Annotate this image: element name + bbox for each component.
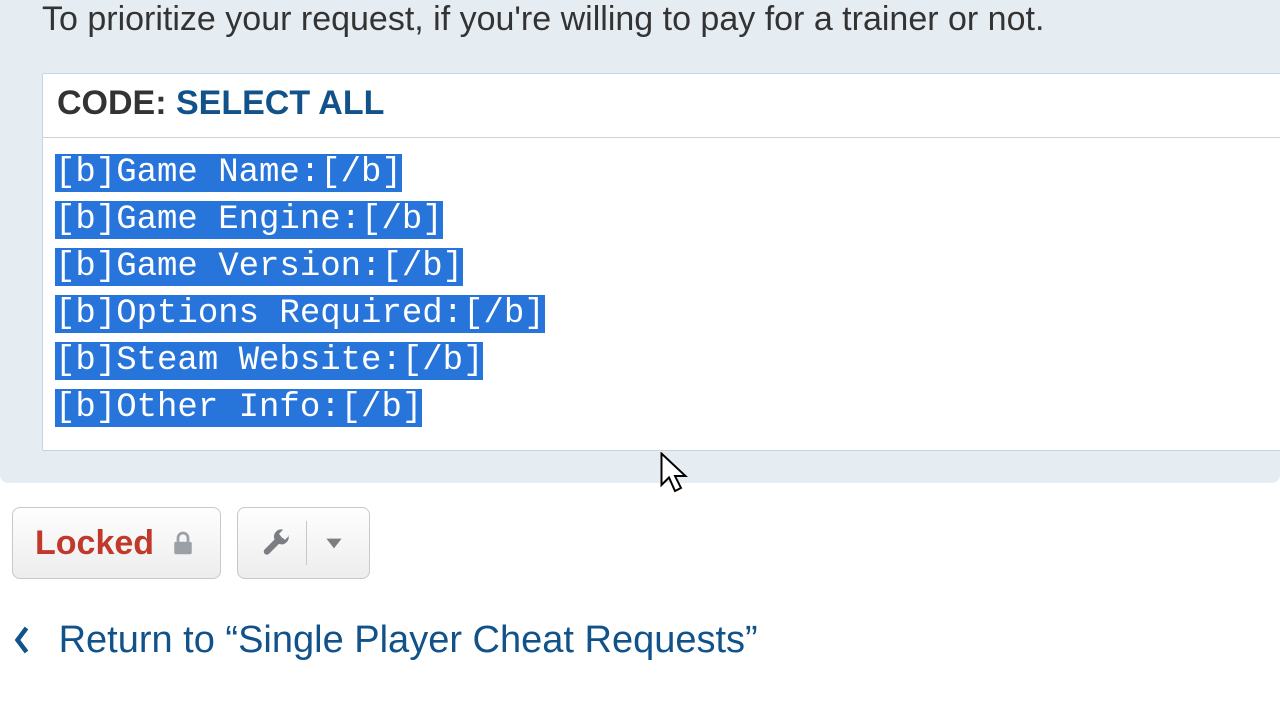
code-line: [b]Steam Website:[/b] — [55, 342, 483, 380]
wrench-icon — [260, 527, 292, 559]
code-line: [b]Game Version:[/b] — [55, 248, 463, 286]
code-box: CODE: SELECT ALL [b]Game Name:[/b] [b]Ga… — [42, 73, 1280, 451]
code-header: CODE: SELECT ALL — [43, 74, 1280, 138]
code-text[interactable]: [b]Game Name:[/b] [b]Game Engine:[/b] [b… — [55, 150, 1269, 432]
post-body: To prioritize your request, if you're wi… — [0, 0, 1280, 483]
code-line: [b]Other Info:[/b] — [55, 389, 422, 427]
caret-down-icon — [321, 530, 347, 556]
code-line: [b]Options Required:[/b] — [55, 295, 545, 333]
locked-button-label: Locked — [35, 524, 154, 563]
lock-icon — [168, 528, 198, 558]
button-separator — [306, 521, 307, 565]
code-line: [b]Game Engine:[/b] — [55, 201, 443, 239]
topic-tools-button[interactable] — [237, 507, 370, 579]
chevron-left-icon — [12, 619, 43, 661]
return-to-forum-link[interactable]: Return to “Single Player Cheat Requests” — [0, 589, 1280, 662]
actions-row: Locked — [0, 483, 1280, 589]
code-body[interactable]: [b]Game Name:[/b] [b]Game Engine:[/b] [b… — [43, 138, 1280, 450]
select-all-link[interactable]: SELECT ALL — [176, 84, 384, 122]
code-label: CODE: — [57, 84, 176, 122]
locked-button[interactable]: Locked — [12, 507, 221, 579]
code-line: [b]Game Name:[/b] — [55, 154, 402, 192]
return-link-text: Return to “Single Player Cheat Requests” — [59, 619, 758, 661]
post-prompt-text: To prioritize your request, if you're wi… — [42, 0, 1280, 73]
